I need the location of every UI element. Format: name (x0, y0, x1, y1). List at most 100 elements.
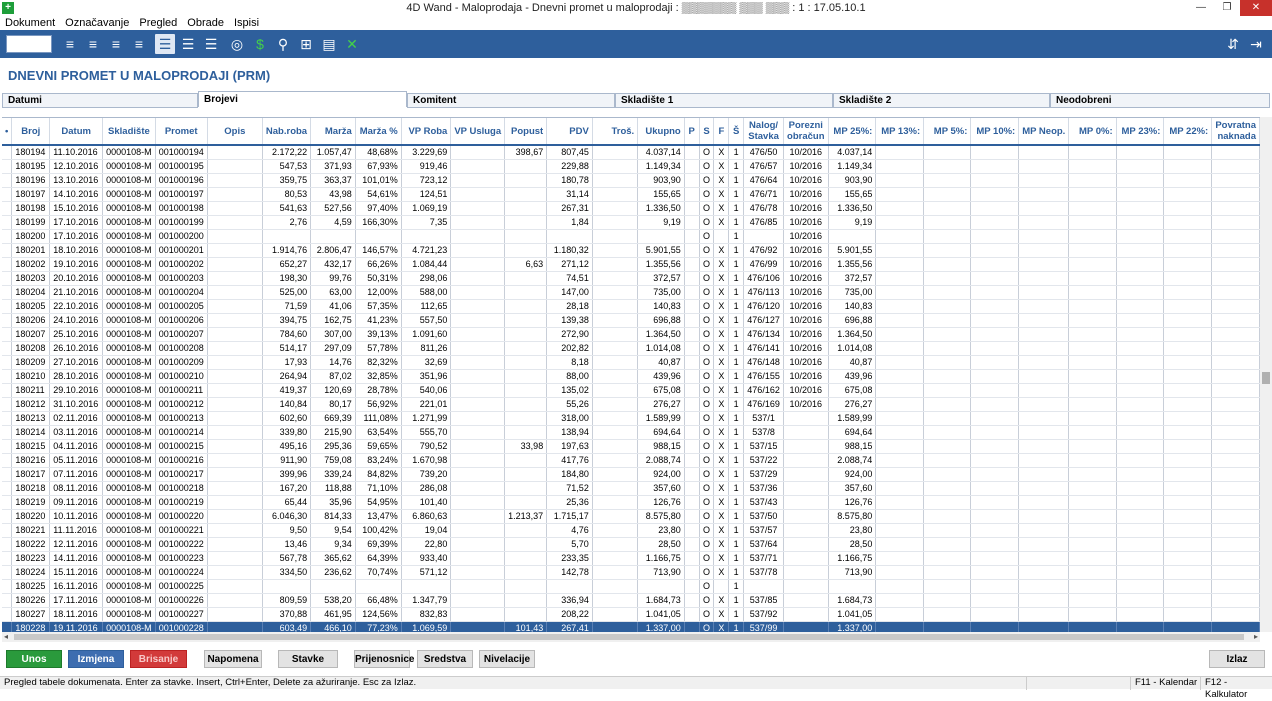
list-add-icon[interactable]: ≡ (60, 34, 80, 54)
view-lines-icon[interactable]: ☰ (155, 34, 175, 54)
search-icon[interactable]: ⚲ (273, 34, 293, 54)
column-header[interactable]: Porezni obračun (783, 118, 829, 146)
column-header[interactable]: F (713, 118, 730, 146)
table-row[interactable]: 180213 02.11.2016 0000108-M 001000213 602,60… (2, 411, 1260, 426)
table-row[interactable]: 180208 26.10.2016 0000108-M 001000208 514,17… (2, 341, 1260, 356)
table-row[interactable]: 180215 04.11.2016 0000108-M 001000215 495,16… (2, 439, 1260, 454)
close-button[interactable]: ✕ (1240, 0, 1272, 16)
table-row[interactable]: 180195 12.10.2016 0000108-M 001000195 547,53… (2, 159, 1260, 174)
column-header[interactable]: P (684, 118, 700, 146)
column-header[interactable]: Broj (11, 118, 51, 146)
izmjena-button[interactable]: Izmjena (68, 650, 124, 668)
menu-obrade[interactable]: Obrade (182, 17, 229, 29)
table-row[interactable]: 180220 10.11.2016 0000108-M 001000220 6.046,… (2, 509, 1260, 524)
table-row[interactable]: 180211 29.10.2016 0000108-M 001000211 419,37… (2, 383, 1260, 398)
column-header[interactable]: Nab.roba (262, 118, 312, 146)
column-header[interactable]: Popust (504, 118, 548, 146)
menu-pregled[interactable]: Pregled (134, 17, 182, 29)
tab-brojevi[interactable]: Brojevi (198, 91, 407, 107)
table-row[interactable]: 180210 28.10.2016 0000108-M 001000210 264,94… (2, 369, 1260, 384)
column-header[interactable]: Promet (155, 118, 208, 146)
column-header[interactable]: • (2, 118, 13, 146)
table-row[interactable]: 180217 07.11.2016 0000108-M 001000217 399,96… (2, 467, 1260, 482)
table-row[interactable]: 180219 09.11.2016 0000108-M 001000219 65,44 3… (2, 495, 1260, 510)
column-header[interactable]: MP 13%: (875, 118, 925, 146)
table-row[interactable]: 180214 03.11.2016 0000108-M 001000214 339,80… (2, 425, 1260, 440)
table-row[interactable]: 180199 17.10.2016 0000108-M 001000199 2,76 4,… (2, 215, 1260, 230)
prijenosnice-button[interactable]: Prijenosnice (354, 650, 414, 668)
table-row[interactable]: 180207 25.10.2016 0000108-M 001000207 784,60… (2, 327, 1260, 342)
table-row[interactable]: 180222 12.11.2016 0000108-M 001000222 13,46 9… (2, 537, 1260, 552)
column-header[interactable]: MP 10%: (970, 118, 1020, 146)
table-row[interactable]: 180206 24.10.2016 0000108-M 001000206 394,75… (2, 313, 1260, 328)
column-header[interactable]: S (699, 118, 715, 146)
exit-icon[interactable]: ⇥ (1246, 34, 1266, 54)
table-row[interactable]: 180227 18.11.2016 0000108-M 001000227 370,88… (2, 607, 1260, 622)
table-row[interactable]: 180209 27.10.2016 0000108-M 001000209 17,93 1… (2, 355, 1260, 370)
column-header[interactable]: Opis (207, 118, 263, 146)
column-header[interactable]: MP 23%: (1116, 118, 1165, 146)
table-row[interactable]: 180204 21.10.2016 0000108-M 001000204 525,00… (2, 285, 1260, 300)
column-header[interactable]: PDV (546, 118, 593, 146)
column-header[interactable]: Marža (310, 118, 356, 146)
horizontal-scroll-thumb[interactable] (14, 634, 1244, 640)
nivelacije-button[interactable]: Nivelacije (479, 650, 535, 668)
column-header[interactable]: Skladište (102, 118, 156, 146)
unos-button[interactable]: Unos (6, 650, 62, 668)
restore-button[interactable]: ❐ (1214, 0, 1240, 16)
data-grid[interactable]: • Broj Datum Skladište Promet Opis Nab.roba Mar… (2, 117, 1260, 632)
sredstva-button[interactable]: Sredstva (417, 650, 473, 668)
menu-oznacavanje[interactable]: Označavanje (60, 17, 134, 29)
column-header[interactable]: MP 0%: (1068, 118, 1117, 146)
vertical-scroll-thumb[interactable] (1262, 372, 1270, 384)
column-header[interactable]: Datum (49, 118, 104, 146)
view-dense-icon[interactable]: ☰ (201, 34, 221, 54)
tab-skladi-te-2[interactable]: Skladište 2 (833, 93, 1050, 108)
table-row[interactable]: 180205 22.10.2016 0000108-M 001000205 71,59 4… (2, 299, 1260, 314)
menu-dokument[interactable]: Dokument (0, 17, 60, 29)
stavke-button[interactable]: Stavke (278, 650, 338, 668)
table-row[interactable]: 180221 11.11.2016 0000108-M 001000221 9,50 9,… (2, 523, 1260, 538)
table-row[interactable]: 180225 16.11.2016 0000108-M 001000225 O 1 (2, 579, 1260, 594)
menu-ispisi[interactable]: Ispisi (229, 17, 264, 29)
circle-icon[interactable]: ◎ (227, 34, 247, 54)
column-header[interactable]: Marža % (355, 118, 402, 146)
tab-komitent[interactable]: Komitent (407, 93, 615, 108)
column-header[interactable]: VP Roba (401, 118, 452, 146)
list-edit-icon[interactable]: ≡ (83, 34, 103, 54)
table-row[interactable]: 180216 05.11.2016 0000108-M 001000216 911,90… (2, 453, 1260, 468)
view-compact-icon[interactable]: ☰ (178, 34, 198, 54)
table-row[interactable]: 180200 17.10.2016 0000108-M 001000200 O 1 10/2… (2, 229, 1260, 244)
scroll-right-icon[interactable]: ▸ (1254, 632, 1258, 641)
column-header[interactable]: VP Usluga (450, 118, 506, 146)
column-header[interactable]: Nalog/Stavka (743, 118, 785, 146)
table-row[interactable]: 180203 20.10.2016 0000108-M 001000203 198,30… (2, 271, 1260, 286)
quick-search-input[interactable] (6, 35, 52, 53)
pin-icon[interactable]: ⇵ (1223, 34, 1243, 54)
list-refresh-icon[interactable]: ≡ (129, 34, 149, 54)
tab-neodobreni[interactable]: Neodobreni (1050, 93, 1270, 108)
table-row[interactable]: 180201 18.10.2016 0000108-M 001000201 1.914,… (2, 243, 1260, 258)
table-row[interactable]: 180196 13.10.2016 0000108-M 001000196 359,75… (2, 173, 1260, 188)
column-header[interactable]: MP 5%: (923, 118, 972, 146)
scroll-left-icon[interactable]: ◂ (4, 632, 8, 641)
minimize-button[interactable]: — (1188, 0, 1214, 16)
vertical-scrollbar[interactable] (1260, 117, 1272, 632)
column-header[interactable]: Ukupno (637, 118, 685, 146)
table-row[interactable]: 180194 11.10.2016 0000108-M 001000194 2.172,… (2, 145, 1260, 160)
table-row[interactable]: 180198 15.10.2016 0000108-M 001000198 541,63… (2, 201, 1260, 216)
table-row[interactable]: 180223 14.11.2016 0000108-M 001000223 567,78… (2, 551, 1260, 566)
column-header[interactable]: MP 22%: (1163, 118, 1213, 146)
horizontal-scrollbar[interactable]: ◂ ▸ (2, 632, 1260, 642)
table-row[interactable]: 180218 08.11.2016 0000108-M 001000218 167,20… (2, 481, 1260, 496)
tree-icon[interactable]: ⊞ (296, 34, 316, 54)
brisanje-button[interactable]: Brisanje (130, 650, 187, 668)
napomena-button[interactable]: Napomena (204, 650, 262, 668)
tab-datumi[interactable]: Datumi (2, 93, 198, 108)
column-header[interactable]: Povratna naknada (1211, 118, 1260, 146)
excel-icon[interactable]: ✕ (342, 34, 362, 54)
column-header[interactable]: MP 25%: (828, 118, 877, 146)
table-row[interactable]: 180212 31.10.2016 0000108-M 001000212 140,84… (2, 397, 1260, 412)
table-row[interactable]: 180224 15.11.2016 0000108-M 001000224 334,50… (2, 565, 1260, 580)
list-delete-icon[interactable]: ≡ (106, 34, 126, 54)
